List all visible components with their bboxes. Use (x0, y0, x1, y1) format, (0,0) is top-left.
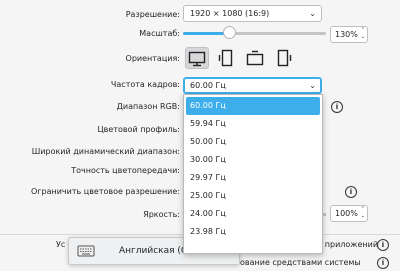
refresh-rate-option[interactable]: 50.00 Гц (184, 133, 322, 151)
orientation-label: Ориентация: (125, 54, 180, 63)
footer-row1-left: Ус (56, 240, 66, 249)
brightness-value: 100% (335, 209, 358, 218)
refresh-rate-option[interactable]: 25.00 Гц (184, 187, 322, 205)
keyboard-icon (77, 245, 95, 257)
scale-slider[interactable] (183, 26, 326, 40)
refresh-rate-option[interactable]: 24.00 Гц (184, 205, 322, 223)
refresh-rate-option[interactable]: 60.00 Гц (186, 97, 320, 115)
refresh-rate-option[interactable]: 30.00 Гц (184, 151, 322, 169)
refresh-rate-option[interactable]: 23.98 Гц (184, 223, 322, 241)
refresh-rate-combobox[interactable]: 60.00 Гц ⌄ (183, 77, 322, 94)
resolution-label: Разрешение: (125, 10, 180, 19)
info-icon[interactable]: i (331, 101, 343, 113)
monitor-portrait-icon (218, 49, 233, 67)
rgb-range-label: Диапазон RGB: (116, 102, 180, 111)
hdr-label: Широкий динамический диапазон: (31, 147, 180, 156)
refresh-rate-option[interactable]: 59.94 Гц (184, 115, 322, 133)
refresh-rate-label: Частота кадров: (110, 80, 180, 89)
orientation-portrait-flipped-button[interactable] (272, 47, 296, 69)
scale-slider-handle[interactable] (223, 26, 236, 39)
monitor-landscape-icon (188, 51, 206, 67)
orientation-landscape-button[interactable] (185, 47, 209, 69)
color-accuracy-label: Точность цветопередачи: (71, 166, 180, 175)
info-icon[interactable]: i (345, 186, 357, 198)
refresh-rate-dropdown[interactable]: 60.00 Гц 59.94 Гц 50.00 Гц 30.00 Гц 29.97 Гц… (183, 94, 323, 254)
color-profile-label: Цветовой профиль: (97, 125, 180, 134)
orientation-landscape-flipped-button[interactable] (243, 47, 267, 69)
spin-arrows-icon[interactable]: ⌃ ⌄ (361, 206, 365, 220)
info-icon[interactable]: i (377, 257, 389, 269)
resolution-combobox[interactable]: 1920 × 1080 (16:9) ⌄ (183, 5, 322, 22)
footer-row2-right: ование средствами системы (240, 258, 361, 267)
spin-arrows-icon[interactable]: ⌃ ⌄ (361, 27, 365, 41)
resolution-value: 1920 × 1080 (16:9) (190, 9, 270, 18)
chevron-down-icon: ⌄ (309, 9, 316, 18)
refresh-rate-option[interactable]: 29.97 Гц (184, 169, 322, 187)
limit-color-resolution-label: Ограничить цветовое разрешение: (31, 187, 180, 196)
brightness-label: Яркость: (143, 210, 180, 219)
orientation-portrait-button[interactable] (214, 47, 238, 69)
monitor-landscape-flipped-icon (246, 50, 264, 66)
refresh-rate-value: 60.00 Гц (190, 81, 226, 90)
brightness-spinbox[interactable]: 100% ⌃ ⌄ (330, 205, 368, 222)
chevron-down-icon: ⌄ (309, 81, 316, 90)
scale-value: 130% (335, 30, 358, 39)
info-icon[interactable]: i (377, 239, 389, 251)
monitor-portrait-flipped-icon (277, 49, 292, 67)
scale-label: Масштаб: (139, 29, 180, 38)
scale-spinbox[interactable]: 130% ⌃ ⌄ (330, 26, 368, 43)
